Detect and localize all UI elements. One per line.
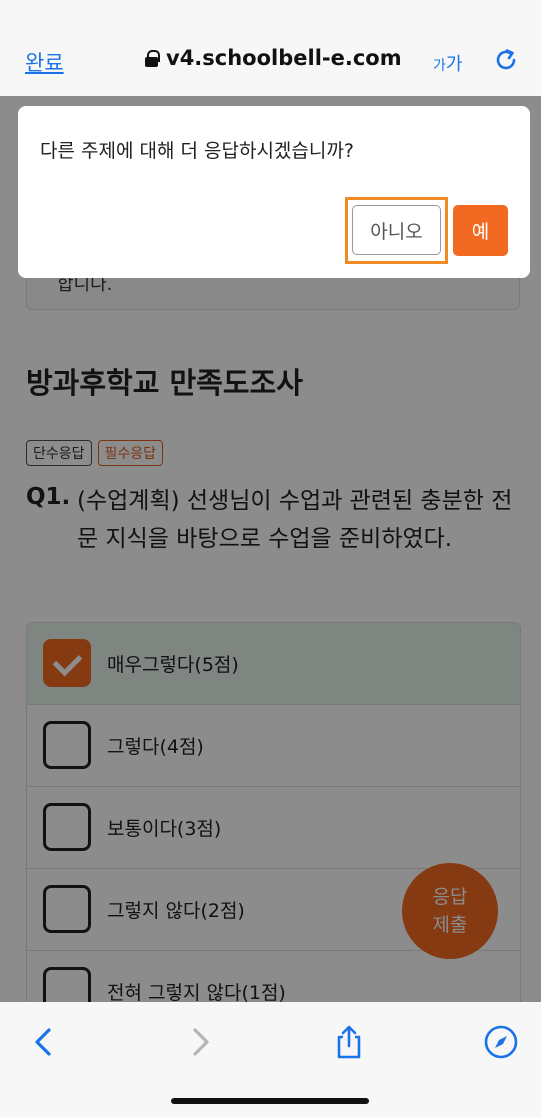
browser-bottom-toolbar — [0, 1002, 541, 1117]
confirm-dialog: 다른 주제에 대해 더 응답하시겠습니까? 아니오 예 — [18, 106, 530, 278]
reload-icon[interactable] — [493, 47, 519, 73]
address-bar[interactable]: v4.schoolbell-e.com — [145, 46, 402, 70]
text-size-button[interactable]: 가가 — [433, 50, 462, 76]
yes-button[interactable]: 예 — [453, 205, 508, 256]
dialog-message: 다른 주제에 대해 더 응답하시겠습니까? — [40, 140, 354, 162]
done-button[interactable]: 완료 — [25, 47, 64, 77]
browser-top-bar: 완료 v4.schoolbell-e.com 가가 — [0, 0, 541, 96]
compass-icon[interactable] — [483, 1024, 519, 1060]
share-icon[interactable] — [331, 1024, 367, 1060]
back-icon[interactable] — [26, 1024, 62, 1060]
url-text: v4.schoolbell-e.com — [166, 46, 402, 70]
home-indicator — [171, 1098, 369, 1104]
forward-icon[interactable] — [182, 1024, 218, 1060]
no-button[interactable]: 아니오 — [352, 205, 441, 255]
no-button-highlight: 아니오 — [345, 197, 448, 264]
lock-icon — [145, 49, 160, 67]
